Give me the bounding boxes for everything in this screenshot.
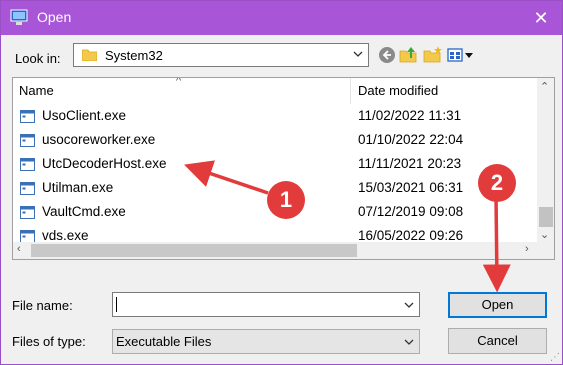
column-separator[interactable]: [350, 78, 351, 104]
chevron-down-icon: [353, 51, 363, 57]
resize-grip-icon[interactable]: ⋰: [550, 352, 560, 363]
horizontal-scroll-thumb[interactable]: [31, 244, 357, 257]
date-modified-cell: 01/10/2022 22:04: [358, 132, 464, 147]
file-row[interactable]: UtcDecoderHost.exe 11/11/2021 20:23: [13, 153, 533, 177]
exe-file-icon: [20, 110, 35, 123]
annotation-badge-2: 2: [478, 164, 516, 202]
file-name-cell: UtcDecoderHost.exe: [42, 156, 167, 171]
vertical-scrollbar[interactable]: ⌃ ⌄: [537, 78, 554, 244]
file-name-combobox[interactable]: [112, 292, 420, 317]
look-in-value: System32: [105, 48, 163, 63]
text-cursor: [116, 297, 117, 312]
title-bar: Open ✕: [1, 1, 562, 35]
cancel-button[interactable]: Cancel: [448, 328, 547, 354]
app-icon: [10, 9, 28, 25]
view-menu-icon[interactable]: [447, 45, 475, 65]
exe-file-icon: [20, 182, 35, 195]
back-icon[interactable]: [377, 45, 397, 65]
date-modified-cell: 16/05/2022 09:26: [358, 228, 464, 243]
file-name-cell: VaultCmd.exe: [42, 204, 126, 219]
folder-icon: [82, 49, 97, 61]
horizontal-scrollbar[interactable]: ‹ ›: [13, 242, 539, 259]
date-modified-cell: 11/02/2022 11:31: [358, 108, 462, 123]
open-button[interactable]: Open: [448, 292, 547, 318]
new-folder-icon[interactable]: [423, 45, 443, 65]
scroll-down-icon[interactable]: ⌄: [540, 228, 549, 241]
file-list[interactable]: Name ^ Date modified UsoClient.exe 11/02/…: [12, 77, 555, 260]
vertical-scroll-thumb[interactable]: [539, 207, 553, 227]
look-in-label: Look in:: [15, 51, 61, 66]
scroll-left-icon[interactable]: ‹: [17, 243, 21, 255]
close-icon: ✕: [533, 8, 549, 28]
scroll-corner: [537, 242, 554, 259]
file-row[interactable]: usocoreworker.exe 01/10/2022 22:04: [13, 129, 533, 153]
file-row[interactable]: UsoClient.exe 11/02/2022 11:31: [13, 105, 533, 129]
file-name-cell: Utilman.exe: [42, 180, 114, 195]
sort-ascending-icon: ^: [176, 77, 182, 87]
file-type-dropdown[interactable]: Executable Files: [112, 329, 420, 354]
date-modified-cell: 07/12/2019 09:08: [358, 204, 464, 219]
file-type-value: Executable Files: [116, 334, 212, 349]
scroll-up-icon[interactable]: ⌃: [540, 80, 549, 93]
annotation-badge-1: 1: [267, 181, 305, 219]
exe-file-icon: [20, 134, 35, 147]
file-name-label: File name:: [12, 298, 73, 313]
look-in-dropdown[interactable]: System32: [73, 43, 369, 67]
file-type-label: Files of type:: [12, 334, 86, 349]
chevron-down-icon: [404, 339, 414, 345]
column-header-date[interactable]: Date modified: [358, 78, 438, 104]
close-button[interactable]: ✕: [526, 3, 556, 33]
file-name-cell: UsoClient.exe: [42, 108, 127, 123]
file-name-cell: vds.exe: [42, 228, 89, 243]
file-name-cell: usocoreworker.exe: [42, 132, 156, 147]
window-title: Open: [37, 9, 72, 25]
up-folder-icon[interactable]: [399, 45, 419, 65]
exe-file-icon: [20, 206, 35, 219]
exe-file-icon: [20, 158, 35, 171]
chevron-down-icon[interactable]: [403, 299, 415, 311]
scroll-right-icon[interactable]: ›: [525, 243, 529, 255]
date-modified-cell: 11/11/2021 20:23: [358, 156, 462, 171]
column-header-name[interactable]: Name: [19, 78, 54, 104]
